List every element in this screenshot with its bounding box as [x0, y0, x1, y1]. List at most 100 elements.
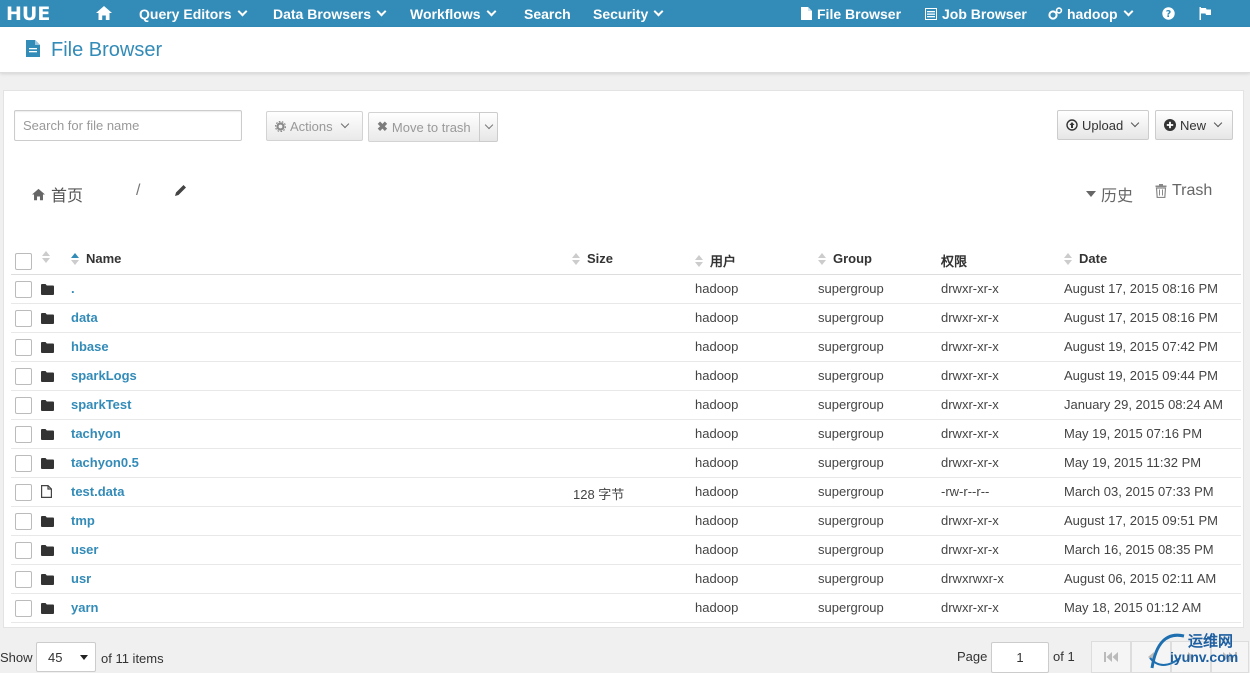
column-header-user[interactable]: 用户 [695, 251, 736, 270]
file-permissions: drwxr-xr-x [941, 455, 999, 470]
file-permissions: drwxr-xr-x [941, 513, 999, 528]
column-header-name[interactable]: Name [71, 251, 121, 266]
row-checkbox[interactable] [15, 484, 32, 501]
file-name-link[interactable]: yarn [71, 600, 98, 615]
help-icon[interactable]: ? [1162, 6, 1175, 20]
table-row[interactable]: sparkTest hadoop supergroup drwxr-xr-x Janua… [11, 391, 1241, 420]
file-permissions: drwxrwxr-x [941, 571, 1004, 586]
breadcrumb-home[interactable]: 首页 [31, 182, 83, 206]
trash-link[interactable]: Trash [1155, 182, 1212, 200]
page-size-select[interactable]: 45 [36, 642, 96, 672]
file-name-link[interactable]: tmp [71, 513, 95, 528]
file-group: supergroup [818, 368, 884, 383]
file-name-link[interactable]: sparkLogs [71, 368, 137, 383]
page-header: File Browser [0, 27, 1250, 73]
file-name-link[interactable]: hbase [71, 339, 109, 354]
caret-down-icon [1086, 191, 1096, 197]
table-row[interactable]: tachyon hadoop supergroup drwxr-xr-x May 19,… [11, 420, 1241, 449]
nav-search[interactable]: Search [524, 0, 571, 27]
table-row[interactable]: usr hadoop supergroup drwxrwxr-x August 06, … [11, 565, 1241, 594]
nav-security[interactable]: Security [593, 0, 664, 27]
sort-icon [695, 254, 703, 267]
chevron-down-icon [340, 119, 349, 129]
file-name-link[interactable]: tachyon0.5 [71, 455, 139, 470]
nav-query-editors[interactable]: Query Editors [139, 0, 248, 27]
row-checkbox[interactable] [15, 571, 32, 588]
table-row[interactable]: test.data 128 字节 hadoop supergroup -rw-r--r-… [11, 478, 1241, 507]
file-date: March 16, 2015 08:35 PM [1064, 542, 1214, 557]
nav-file-browser[interactable]: File Browser [801, 0, 901, 27]
row-checkbox[interactable] [15, 455, 32, 472]
sort-icon [572, 252, 580, 265]
file-name-link[interactable]: sparkTest [71, 397, 131, 412]
column-header-size[interactable]: Size [572, 251, 613, 266]
page-number-input[interactable]: 1 [991, 642, 1049, 673]
search-input[interactable] [14, 110, 242, 141]
table-row[interactable]: yarn hadoop supergroup drwxr-xr-x May 18, 20… [11, 594, 1241, 623]
file-permissions: drwxr-xr-x [941, 310, 999, 325]
file-group: supergroup [818, 310, 884, 325]
table-row[interactable]: data hadoop supergroup drwxr-xr-x August 17,… [11, 304, 1241, 333]
chevron-down-icon [484, 120, 493, 130]
nav-user-menu[interactable]: hadoop [1048, 0, 1133, 27]
row-checkbox[interactable] [15, 426, 32, 443]
row-checkbox[interactable] [15, 513, 32, 530]
file-name-link[interactable]: user [71, 542, 98, 557]
new-button[interactable]: New [1155, 110, 1233, 140]
select-all-checkbox[interactable] [15, 253, 32, 270]
home-icon[interactable] [95, 5, 113, 24]
nav-workflows[interactable]: Workflows [410, 0, 496, 27]
close-icon: ✖ [377, 119, 388, 134]
edit-path-icon[interactable] [174, 184, 187, 197]
show-label: Show [0, 650, 33, 665]
row-checkbox[interactable] [15, 600, 32, 617]
table-row[interactable]: user hadoop supergroup drwxr-xr-x March 16, … [11, 536, 1241, 565]
file-name-link[interactable]: test.data [71, 484, 124, 499]
file-owner: hadoop [695, 281, 739, 296]
file-date: March 03, 2015 07:33 PM [1064, 484, 1214, 499]
watermark-text-en: iyunv.com [1170, 649, 1239, 665]
table-row[interactable]: sparkLogs hadoop supergroup drwxr-xr-x Augus… [11, 362, 1241, 391]
file-owner: hadoop [695, 571, 739, 586]
table-row[interactable]: tachyon0.5 hadoop supergroup drwxr-xr-x May … [11, 449, 1241, 478]
row-checkbox[interactable] [15, 368, 32, 385]
chevron-down-icon [376, 6, 387, 17]
table-row[interactable]: tmp hadoop supergroup drwxr-xr-x August 17, … [11, 507, 1241, 536]
move-to-trash-dropdown[interactable] [479, 112, 498, 142]
file-group: supergroup [818, 600, 884, 615]
nav-job-browser[interactable]: Job Browser [925, 0, 1027, 27]
actions-button[interactable]: Actions [266, 111, 363, 141]
file-icon [41, 485, 52, 501]
upload-button[interactable]: Upload [1057, 110, 1149, 140]
column-header-group[interactable]: Group [818, 251, 872, 266]
nav-data-browsers[interactable]: Data Browsers [273, 0, 387, 27]
file-name-link[interactable]: data [71, 310, 98, 325]
column-header-date[interactable]: Date [1064, 251, 1107, 266]
row-checkbox[interactable] [15, 281, 32, 298]
row-checkbox[interactable] [15, 339, 32, 356]
hue-logo[interactable]: HUE [0, 0, 62, 27]
sort-type-icon[interactable] [42, 251, 57, 263]
file-permissions: drwxr-xr-x [941, 339, 999, 354]
chevron-down-icon [237, 6, 248, 17]
history-dropdown[interactable]: 历史 [1086, 182, 1133, 206]
file-name-link[interactable]: usr [71, 571, 91, 586]
flag-icon[interactable] [1199, 6, 1212, 20]
cogs-icon [1048, 7, 1063, 20]
row-checkbox[interactable] [15, 397, 32, 414]
row-checkbox[interactable] [15, 542, 32, 559]
table-row[interactable]: hbase hadoop supergroup drwxr-xr-x August 19… [11, 333, 1241, 362]
file-name-link[interactable]: tachyon [71, 426, 121, 441]
folder-icon [41, 341, 54, 356]
items-count: of 11 items [101, 651, 164, 666]
table-row[interactable]: . hadoop supergroup drwxr-xr-x August 17, 20… [11, 275, 1241, 304]
row-checkbox[interactable] [15, 310, 32, 327]
folder-icon [41, 573, 54, 588]
column-header-permissions[interactable]: 权限 [941, 251, 967, 270]
file-permissions: drwxr-xr-x [941, 281, 999, 296]
first-page-button[interactable] [1091, 641, 1131, 673]
file-name-link[interactable]: . [71, 281, 75, 296]
file-date: August 17, 2015 09:51 PM [1064, 513, 1218, 528]
move-to-trash-button[interactable]: ✖ Move to trash [368, 112, 480, 142]
file-size: 128 字节 [573, 487, 625, 502]
